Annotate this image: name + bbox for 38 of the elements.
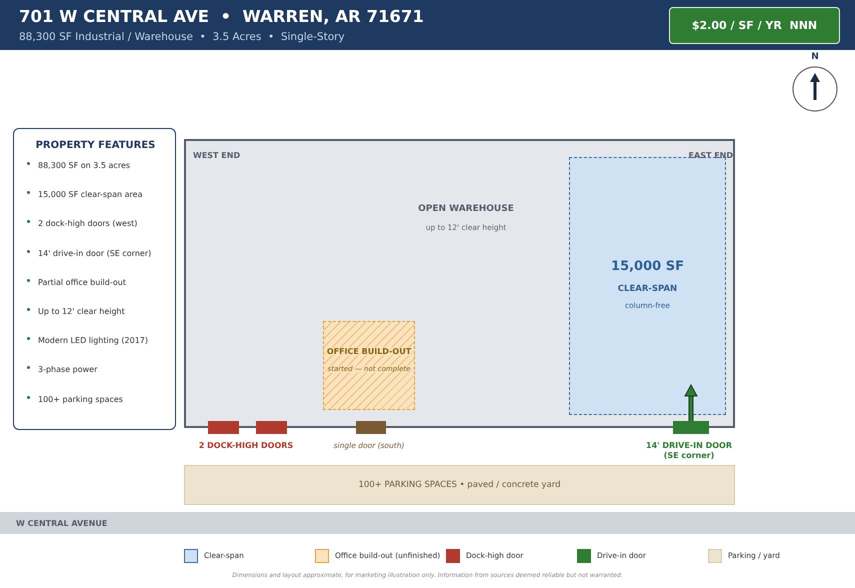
- feature-text: 3-phase power: [38, 365, 98, 374]
- property-summary: 88,300 SF Industrial / Warehouse • 3.5 Acres • Single-Story: [19, 31, 346, 43]
- open-warehouse-label: OPEN WAREHOUSE: [417, 204, 515, 214]
- features-title: PROPERTY FEATURES: [34, 140, 156, 151]
- bullet-icon: [27, 308, 30, 311]
- feature-text: 100+ parking spaces: [38, 394, 123, 404]
- feature-text: Modern LED lighting (2017): [38, 336, 148, 346]
- bullet-icon: [27, 278, 30, 282]
- north-label: N: [811, 52, 819, 64]
- street-name: W CENTRAL AVENUE: [16, 518, 108, 528]
- door-label: 14' DRIVE-IN DOOR (SE corner): [645, 441, 733, 460]
- bullet-icon: [27, 220, 30, 224]
- bullet-icon: [27, 250, 30, 253]
- feature-text: 88,300 SF on 3.5 acres: [38, 161, 130, 170]
- bullet-icon: [27, 366, 30, 370]
- bullet-icon: [27, 191, 30, 194]
- door-label: 2 DOCK-HIGH DOORS: [198, 441, 294, 450]
- zone-title: CLEAR-SPAN: [616, 284, 678, 294]
- parking-label: 100+ PARKING SPACES • paved / concrete yard: [358, 480, 561, 490]
- feature-text: Up to 12' clear height: [38, 306, 125, 316]
- feature-text: Partial office build-out: [38, 278, 126, 287]
- bullet-icon: [27, 396, 30, 398]
- bullet-icon: [27, 162, 30, 165]
- single-door: [356, 421, 386, 434]
- bullet-icon: [27, 337, 30, 340]
- feature-text: 2 dock-high doors (west): [38, 219, 138, 228]
- area-value: 15,000 SF: [610, 259, 685, 274]
- west-end-label: WEST END: [193, 151, 240, 160]
- zone-title: OFFICE BUILD-OUT: [324, 347, 414, 356]
- dock-door: [256, 421, 287, 434]
- feature-text: 15,000 SF clear-span area: [38, 190, 142, 200]
- drive-in-door: [673, 421, 709, 434]
- dock-door: [208, 421, 239, 434]
- feature-text: 14' drive-in door (SE corner): [38, 248, 152, 258]
- entry-arrow: [684, 384, 698, 422]
- property-address: 701 W CENTRAL AVE • WARREN, AR 71671: [19, 7, 424, 26]
- price-badge: $2.00 / SF / YR NNN: [669, 6, 840, 44]
- compass-icon: [792, 66, 838, 112]
